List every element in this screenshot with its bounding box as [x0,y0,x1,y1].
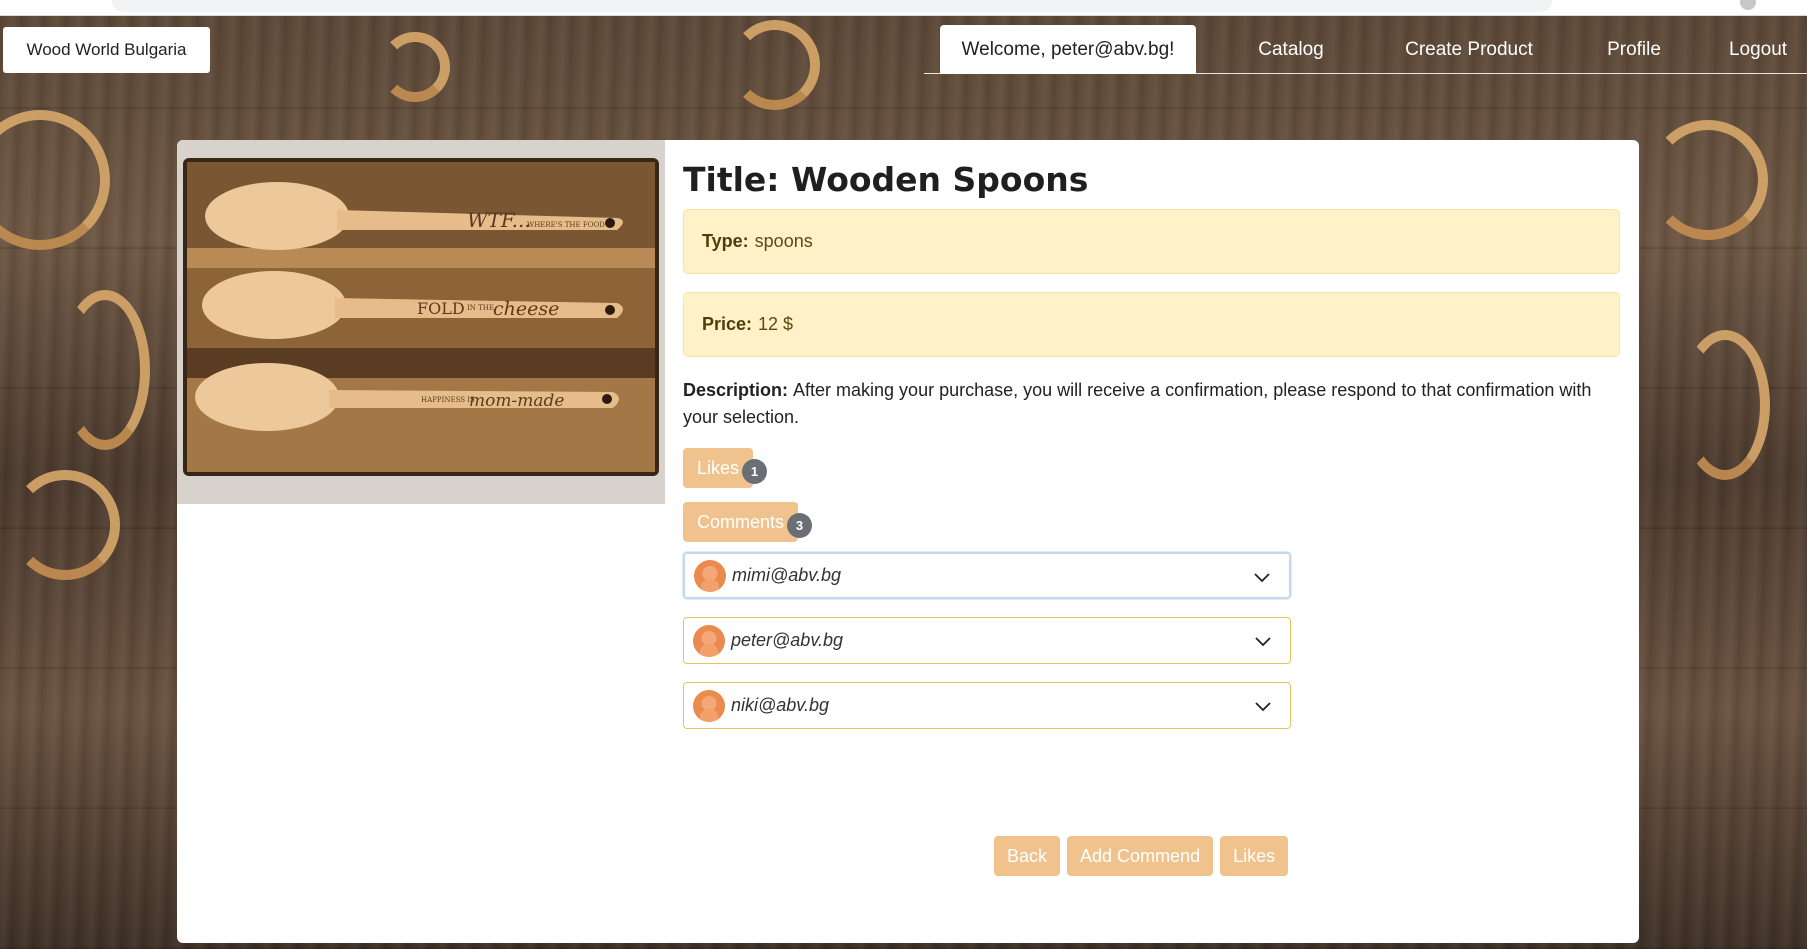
product-type-box: Type: spoons [683,209,1620,274]
avatar [693,689,725,722]
price-value: 12 $ [758,314,794,334]
engraving-text: mom-made [469,391,564,411]
product-actions: Back Add Commend Likes [994,836,1289,876]
engraving-text: cheese [493,298,559,320]
nav-link-create-product[interactable]: Create Product [1374,25,1564,74]
avatar [694,559,726,592]
product-info: Title: Wooden Spoons Type: spoons Price:… [683,140,1621,729]
product-title: Title: Wooden Spoons [683,160,1089,199]
likes-label: Likes [697,457,740,478]
main-navigation: Welcome, peter@abv.bg! Catalog Create Pr… [924,25,1807,74]
wood-shaving-decoration [60,290,150,450]
comment-item[interactable]: mimi@abv.bg [683,552,1291,599]
comments-accordion: mimi@abv.bg peter@abv.bg niki@abv.bg [683,552,1621,729]
address-bar[interactable] [112,0,1552,12]
comments-row: Comments 3 [683,502,1621,542]
welcome-message: Welcome, peter@abv.bg! [940,25,1196,74]
type-value: spoons [754,231,813,251]
comment-item[interactable]: niki@abv.bg [683,682,1291,729]
wood-shaving-decoration [730,20,820,110]
avatar [693,624,725,657]
comment-item[interactable]: peter@abv.bg [683,617,1291,664]
comment-author: niki@abv.bg [731,695,829,715]
engraving-text: IN THE [467,304,494,312]
wood-shaving-decoration [1648,120,1768,240]
nav-link-profile[interactable]: Profile [1584,25,1684,74]
chevron-down-icon[interactable] [1253,568,1271,586]
wood-shaving-decoration [380,32,450,102]
likes-row: Likes 1 [683,448,1621,488]
back-button[interactable]: Back [994,836,1061,876]
comments-toggle-button[interactable]: Comments 3 [683,502,813,542]
wooden-spoons-illustration: WTF... WHERE'S THE FOOD FOLD IN THE chee… [177,140,665,504]
likes-count-badge: 1 [742,459,768,484]
browser-toolbar [0,0,1807,16]
likes-toggle-button[interactable]: Likes 1 [683,448,768,488]
nav-link-logout[interactable]: Logout [1710,25,1806,74]
comment-author: peter@abv.bg [731,630,844,650]
description-text: After making your purchase, you will rec… [683,380,1592,427]
product-price-box: Price: 12 $ [683,292,1620,357]
browser-menu-icon[interactable] [1740,0,1756,10]
product-description: Description: After making your purchase, … [683,377,1620,431]
product-details-card: WTF... WHERE'S THE FOOD FOLD IN THE chee… [177,140,1639,943]
add-comment-button[interactable]: Add Commend [1067,836,1214,876]
comment-author: mimi@abv.bg [732,565,841,585]
wooden-spoons-image: WTF... WHERE'S THE FOOD FOLD IN THE chee… [177,140,665,504]
engraving-text: FOLD [417,299,465,318]
chevron-down-icon[interactable] [1254,632,1272,650]
description-label: Description: [683,380,789,400]
comments-count-badge: 3 [787,513,813,538]
wood-shaving-decoration [10,470,120,580]
chevron-down-icon[interactable] [1254,697,1272,715]
wood-shaving-decoration [1680,330,1770,480]
comments-label: Comments [697,511,785,532]
price-label: Price: [702,314,753,334]
engraving-text: WTF... [467,208,531,232]
engraving-text: HAPPINESS IS [421,396,475,404]
engraving-text: WHERE'S THE FOOD [527,221,605,229]
nav-link-catalog[interactable]: Catalog [1231,25,1351,74]
brand-logo-link[interactable]: Wood World Bulgaria [3,27,210,73]
type-label: Type: [702,231,749,251]
like-button[interactable]: Likes [1220,836,1289,876]
wood-shaving-decoration [0,110,110,250]
